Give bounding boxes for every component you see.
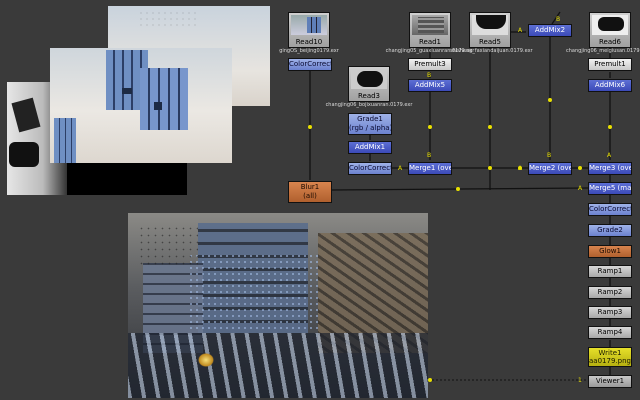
- grade1-node[interactable]: Grade1 (rgb / alpha): [348, 113, 392, 135]
- ramp3-node[interactable]: Ramp3: [588, 306, 632, 319]
- pin-merge2-a[interactable]: A: [518, 165, 522, 172]
- read3-node[interactable]: Read3: [348, 66, 390, 102]
- addmix6-node[interactable]: AddMix6: [588, 79, 632, 92]
- main-viewer[interactable]: [128, 213, 428, 398]
- grade2-node[interactable]: Grade2: [588, 224, 632, 237]
- merge3-node[interactable]: Merge3 (over): [588, 162, 632, 175]
- read5-label: Read5: [478, 38, 502, 46]
- merge2-node[interactable]: Merge2 (over): [528, 162, 572, 175]
- viewer-panel-front: [50, 48, 232, 163]
- grade1-sub: (rgb / alpha): [349, 124, 392, 132]
- pin-merge1-b[interactable]: B: [427, 152, 431, 159]
- ramp2-node[interactable]: Ramp2: [588, 286, 632, 299]
- read3-label: Read3: [357, 92, 381, 100]
- read6-file: changjing06_meigiusan.0179.exr: [566, 48, 640, 54]
- read6-label: Read6: [598, 38, 622, 46]
- blur1-label: Blur1: [300, 183, 320, 191]
- addmix2-node[interactable]: AddMix2: [528, 24, 572, 37]
- grade1-label: Grade1: [357, 115, 383, 123]
- colorcorrect2-node[interactable]: ColorCorrect2: [288, 58, 332, 71]
- node-graph-canvas[interactable]: Read10 gingOS_beijing0179.exr Read1 chan…: [0, 0, 640, 400]
- blur1-node[interactable]: Blur1 (all): [288, 181, 332, 203]
- colorcorrect1-node[interactable]: ColorCorrect1: [588, 203, 632, 216]
- merge1-node[interactable]: Merge1 (over): [408, 162, 452, 175]
- viewer1-node[interactable]: Viewer1: [588, 375, 632, 388]
- pin-merge5-a[interactable]: A: [578, 185, 582, 192]
- read10-node[interactable]: Read10: [288, 12, 330, 48]
- blur1-sub: (all): [303, 192, 317, 200]
- pin-addmix2-b[interactable]: B: [556, 16, 560, 23]
- addmix1-node[interactable]: AddMix1: [348, 141, 392, 154]
- read1-label: Read1: [418, 38, 442, 46]
- merge5-node[interactable]: Merge5 (matte): [588, 182, 632, 195]
- write1-node[interactable]: Write1 aa0179.png: [588, 347, 632, 367]
- viewer1-input-pin[interactable]: 1: [578, 377, 582, 384]
- read5-file: shisheng_faxiandaijuan.0179.exr: [450, 48, 533, 54]
- pin-addmix2-a[interactable]: A: [518, 27, 522, 34]
- pin-merge2-b[interactable]: B: [547, 152, 551, 159]
- read6-node[interactable]: Read6: [589, 12, 631, 48]
- read10-label: Read10: [295, 38, 323, 46]
- colorcorrect3-node[interactable]: ColorCorrect3: [348, 162, 392, 175]
- read3-file: changjing06_bojixuanran.0179.exr: [325, 102, 413, 108]
- write1-label: Write1: [598, 349, 622, 357]
- read1-node[interactable]: Read1: [409, 12, 451, 48]
- glow1-node[interactable]: Glow1: [588, 245, 632, 258]
- pin-merge1-a[interactable]: A: [398, 165, 402, 172]
- ramp4-node[interactable]: Ramp4: [588, 326, 632, 339]
- read5-node[interactable]: Read5: [469, 12, 511, 48]
- pin-merge3-a[interactable]: A: [607, 152, 611, 159]
- write1-file: aa0179.png: [589, 357, 631, 365]
- addmix5-node[interactable]: AddMix5: [408, 79, 452, 92]
- premult1-node[interactable]: Premult1: [588, 58, 632, 71]
- read10-file: gingOS_beijing0179.exr: [279, 48, 339, 54]
- ramp1-node[interactable]: Ramp1: [588, 265, 632, 278]
- premult3-node[interactable]: Premult3: [408, 58, 452, 71]
- pin-addmix5-b[interactable]: B: [427, 72, 431, 79]
